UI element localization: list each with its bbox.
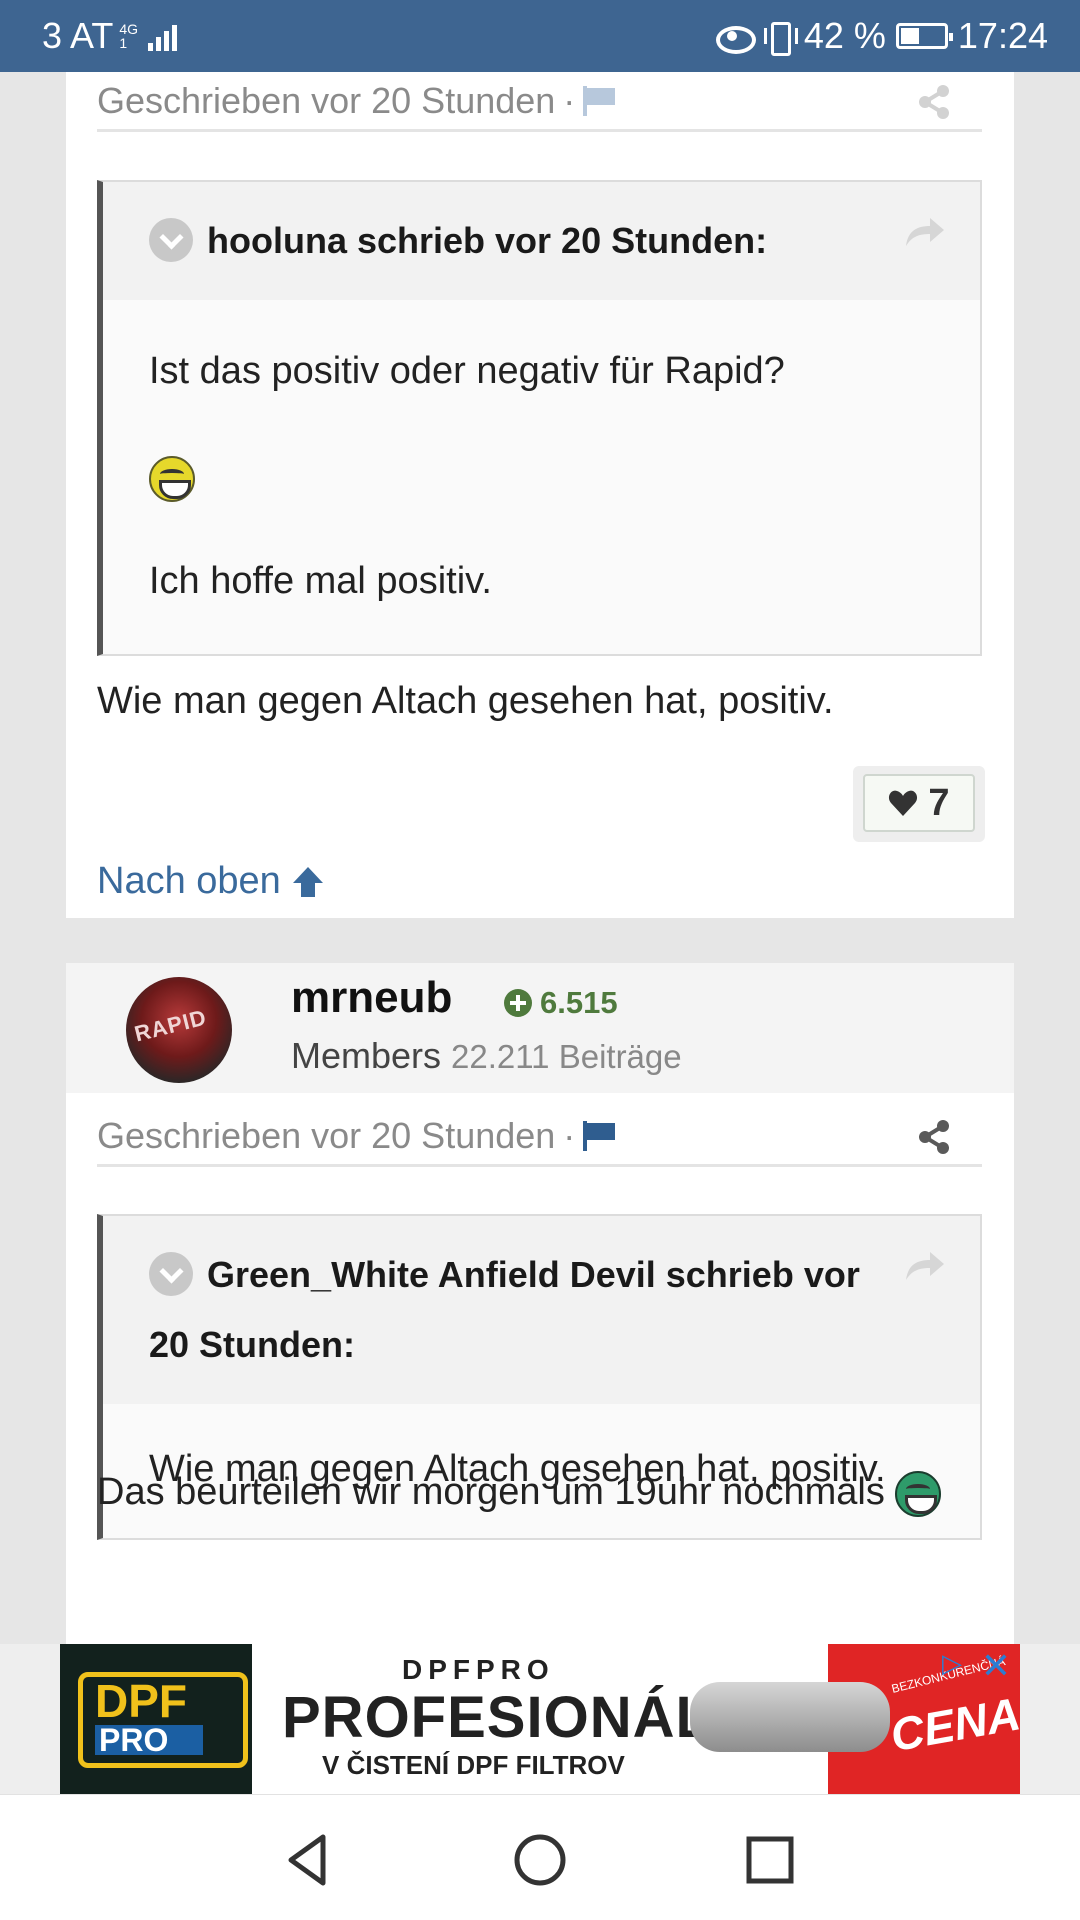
post-date[interactable]: Geschrieben vor 20 Stunden xyxy=(97,80,555,122)
ad-content[interactable]: DPF PRO DPFPRO PROFESIONÁL V ČISTENÍ DPF… xyxy=(60,1644,1020,1794)
post-card: RAPID mrneub 6.515 Members 22.211 Beiträ… xyxy=(66,963,1014,1644)
author-bar: RAPID mrneub 6.515 Members 22.211 Beiträ… xyxy=(66,963,1014,1093)
quote-text: Ist das positiv oder negativ für Rapid? xyxy=(149,350,785,392)
ad-logo: DPF PRO xyxy=(78,1672,248,1768)
status-bar: 3 AT 4G 1 42 % 17:24 xyxy=(0,0,1080,72)
quote-author[interactable]: Green_White Anfield Devil schrieb vor 20… xyxy=(149,1254,860,1365)
quote-header: hooluna schrieb vor 20 Stunden: xyxy=(103,182,980,300)
like-button[interactable]: 7 xyxy=(863,774,975,832)
home-icon[interactable] xyxy=(505,1825,575,1895)
ad-banner: DPF PRO DPFPRO PROFESIONÁL V ČISTENÍ DPF… xyxy=(0,1644,1080,1794)
collapse-chevron-icon[interactable] xyxy=(149,218,193,263)
avatar[interactable]: RAPID xyxy=(126,977,232,1083)
navigation-bar xyxy=(0,1794,1080,1920)
signal-icon xyxy=(148,21,178,51)
ad-close-icon[interactable]: ✕ xyxy=(976,1646,1016,1686)
grinning-emoji-icon xyxy=(895,1471,942,1517)
battery-percent: 42 % xyxy=(803,15,886,56)
ad-kicker: DPFPRO xyxy=(402,1654,555,1685)
plus-icon xyxy=(504,989,532,1017)
post-meta: Geschrieben vor 20 Stunden · xyxy=(97,1107,982,1167)
reaction-container: 7 xyxy=(853,766,985,842)
report-flag-icon[interactable] xyxy=(583,85,617,116)
quote-header: Green_White Anfield Devil schrieb vor 20… xyxy=(103,1216,980,1404)
author-meta: Members 22.211 Beiträge xyxy=(291,1035,682,1077)
quote-text: Ich hoffe mal positiv. xyxy=(149,560,492,602)
reputation-badge: 6.515 xyxy=(504,985,618,1021)
report-flag-icon[interactable] xyxy=(583,1120,617,1151)
post-card: Geschrieben vor 20 Stunden · hooluna sch… xyxy=(66,72,1014,918)
vibrate-icon xyxy=(762,20,798,56)
arrow-up-icon xyxy=(292,866,323,897)
ad-title: PROFESIONÁL xyxy=(282,1685,712,1750)
post-meta: Geschrieben vor 20 Stunden · xyxy=(97,72,982,132)
go-to-post-icon[interactable] xyxy=(902,214,946,248)
eye-comfort-icon xyxy=(714,23,756,54)
quote-author[interactable]: hooluna schrieb vor 20 Stunden: xyxy=(207,220,767,261)
network-type-indicator: 4G 1 xyxy=(119,21,139,51)
member-group: Members xyxy=(291,1035,442,1076)
go-to-post-icon[interactable] xyxy=(902,1248,946,1282)
author-name[interactable]: mrneub xyxy=(291,973,452,1023)
clock: 17:24 xyxy=(957,15,1048,56)
laughing-emoji-icon xyxy=(149,455,195,502)
share-icon[interactable] xyxy=(916,84,952,120)
recent-apps-icon[interactable] xyxy=(735,1825,805,1895)
back-icon[interactable] xyxy=(273,1825,343,1895)
dpf-filter-image xyxy=(690,1682,890,1752)
post-body: Das beurteilen wir morgen um 19uhr nochm… xyxy=(97,1471,942,1517)
post-count: 22.211 Beiträge xyxy=(451,1038,682,1075)
like-count: 7 xyxy=(928,781,950,824)
quote-block: hooluna schrieb vor 20 Stunden: Ist das … xyxy=(97,180,982,656)
post-body: Wie man gegen Altach gesehen hat, positi… xyxy=(97,680,834,722)
carrier-label: 3 AT xyxy=(42,15,114,56)
quote-body: Ist das positiv oder negativ für Rapid? … xyxy=(103,300,980,654)
battery-icon xyxy=(895,23,953,49)
ad-price-label: CENA! xyxy=(886,1684,1020,1762)
ad-subtitle: V ČISTENÍ DPF FILTROV xyxy=(322,1750,625,1780)
collapse-chevron-icon[interactable] xyxy=(149,1252,193,1297)
post-date[interactable]: Geschrieben vor 20 Stunden xyxy=(97,1115,555,1157)
share-icon[interactable] xyxy=(916,1119,952,1155)
thread-content[interactable]: Geschrieben vor 20 Stunden · hooluna sch… xyxy=(0,72,1080,1644)
heart-icon xyxy=(889,790,918,816)
ad-choices-icon[interactable]: ▷ xyxy=(934,1648,970,1682)
back-to-top-link[interactable]: Nach oben xyxy=(97,860,325,903)
